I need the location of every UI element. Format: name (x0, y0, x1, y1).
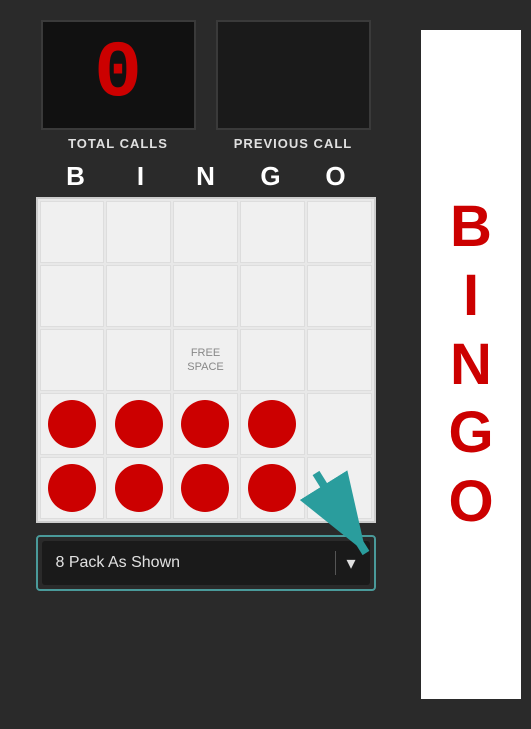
grid-cell-r4c1 (40, 393, 105, 455)
arrow-icon (296, 463, 386, 573)
side-letter-b: B (450, 195, 492, 259)
previous-call-box: PREVIOUS CALL (216, 20, 371, 151)
grid-cell-r5c1 (40, 457, 105, 519)
total-calls-label: TOTAL CALLS (68, 136, 168, 151)
total-calls-display: 0 (41, 20, 196, 130)
previous-call-display (216, 20, 371, 130)
grid-cell-r3c2 (106, 329, 171, 391)
grid-cell-r2c5 (307, 265, 372, 327)
main-layout: 0 TOTAL CALLS PREVIOUS CALL B I N G O (0, 0, 531, 729)
chip-r5c4 (248, 464, 296, 512)
header-letter-g: G (241, 161, 301, 192)
grid-cell-r1c4 (240, 201, 305, 263)
chip-r4c2 (115, 400, 163, 448)
grid-cell-r3c4 (240, 329, 305, 391)
header-letter-b: B (46, 161, 106, 192)
chip-r4c1 (48, 400, 96, 448)
grid-cell-r4c4 (240, 393, 305, 455)
grid-cell-r1c3 (173, 201, 238, 263)
total-calls-value: 0 (94, 35, 142, 115)
pack-dropdown-label: 8 Pack As Shown (56, 554, 326, 572)
grid-cell-r1c2 (106, 201, 171, 263)
header-letter-i: I (111, 161, 171, 192)
grid-cell-r1c5 (307, 201, 372, 263)
left-panel: 0 TOTAL CALLS PREVIOUS CALL B I N G O (0, 0, 411, 729)
grid-cell-r3c1 (40, 329, 105, 391)
header-letter-o: O (306, 161, 366, 192)
chip-r4c4 (248, 400, 296, 448)
header-letter-n: N (176, 161, 236, 192)
side-letter-g: G (448, 401, 493, 465)
grid-cell-r1c1 (40, 201, 105, 263)
grid-cell-r2c1 (40, 265, 105, 327)
previous-call-label: PREVIOUS CALL (234, 136, 352, 151)
counters-row: 0 TOTAL CALLS PREVIOUS CALL (20, 20, 391, 151)
grid-cell-r2c3 (173, 265, 238, 327)
chip-r5c3 (181, 464, 229, 512)
chip-r5c2 (115, 464, 163, 512)
bingo-header-row: B I N G O (36, 161, 376, 192)
grid-cell-r5c2 (106, 457, 171, 519)
grid-cell-r2c4 (240, 265, 305, 327)
total-calls-box: 0 TOTAL CALLS (41, 20, 196, 151)
grid-cell-r4c2 (106, 393, 171, 455)
bingo-side-panel: B I N G O (421, 30, 521, 699)
grid-cell-free-space: FREESPACE (173, 329, 238, 391)
grid-cell-r4c5 (307, 393, 372, 455)
side-letter-i: I (463, 264, 479, 328)
grid-cell-r4c3 (173, 393, 238, 455)
grid-cell-r2c2 (106, 265, 171, 327)
free-space-label: FREESPACE (187, 346, 223, 375)
grid-cell-r5c3 (173, 457, 238, 519)
grid-cell-r3c5 (307, 329, 372, 391)
side-letter-o: O (448, 470, 493, 534)
side-letter-n: N (450, 333, 492, 397)
chip-r4c3 (181, 400, 229, 448)
chip-r5c1 (48, 464, 96, 512)
